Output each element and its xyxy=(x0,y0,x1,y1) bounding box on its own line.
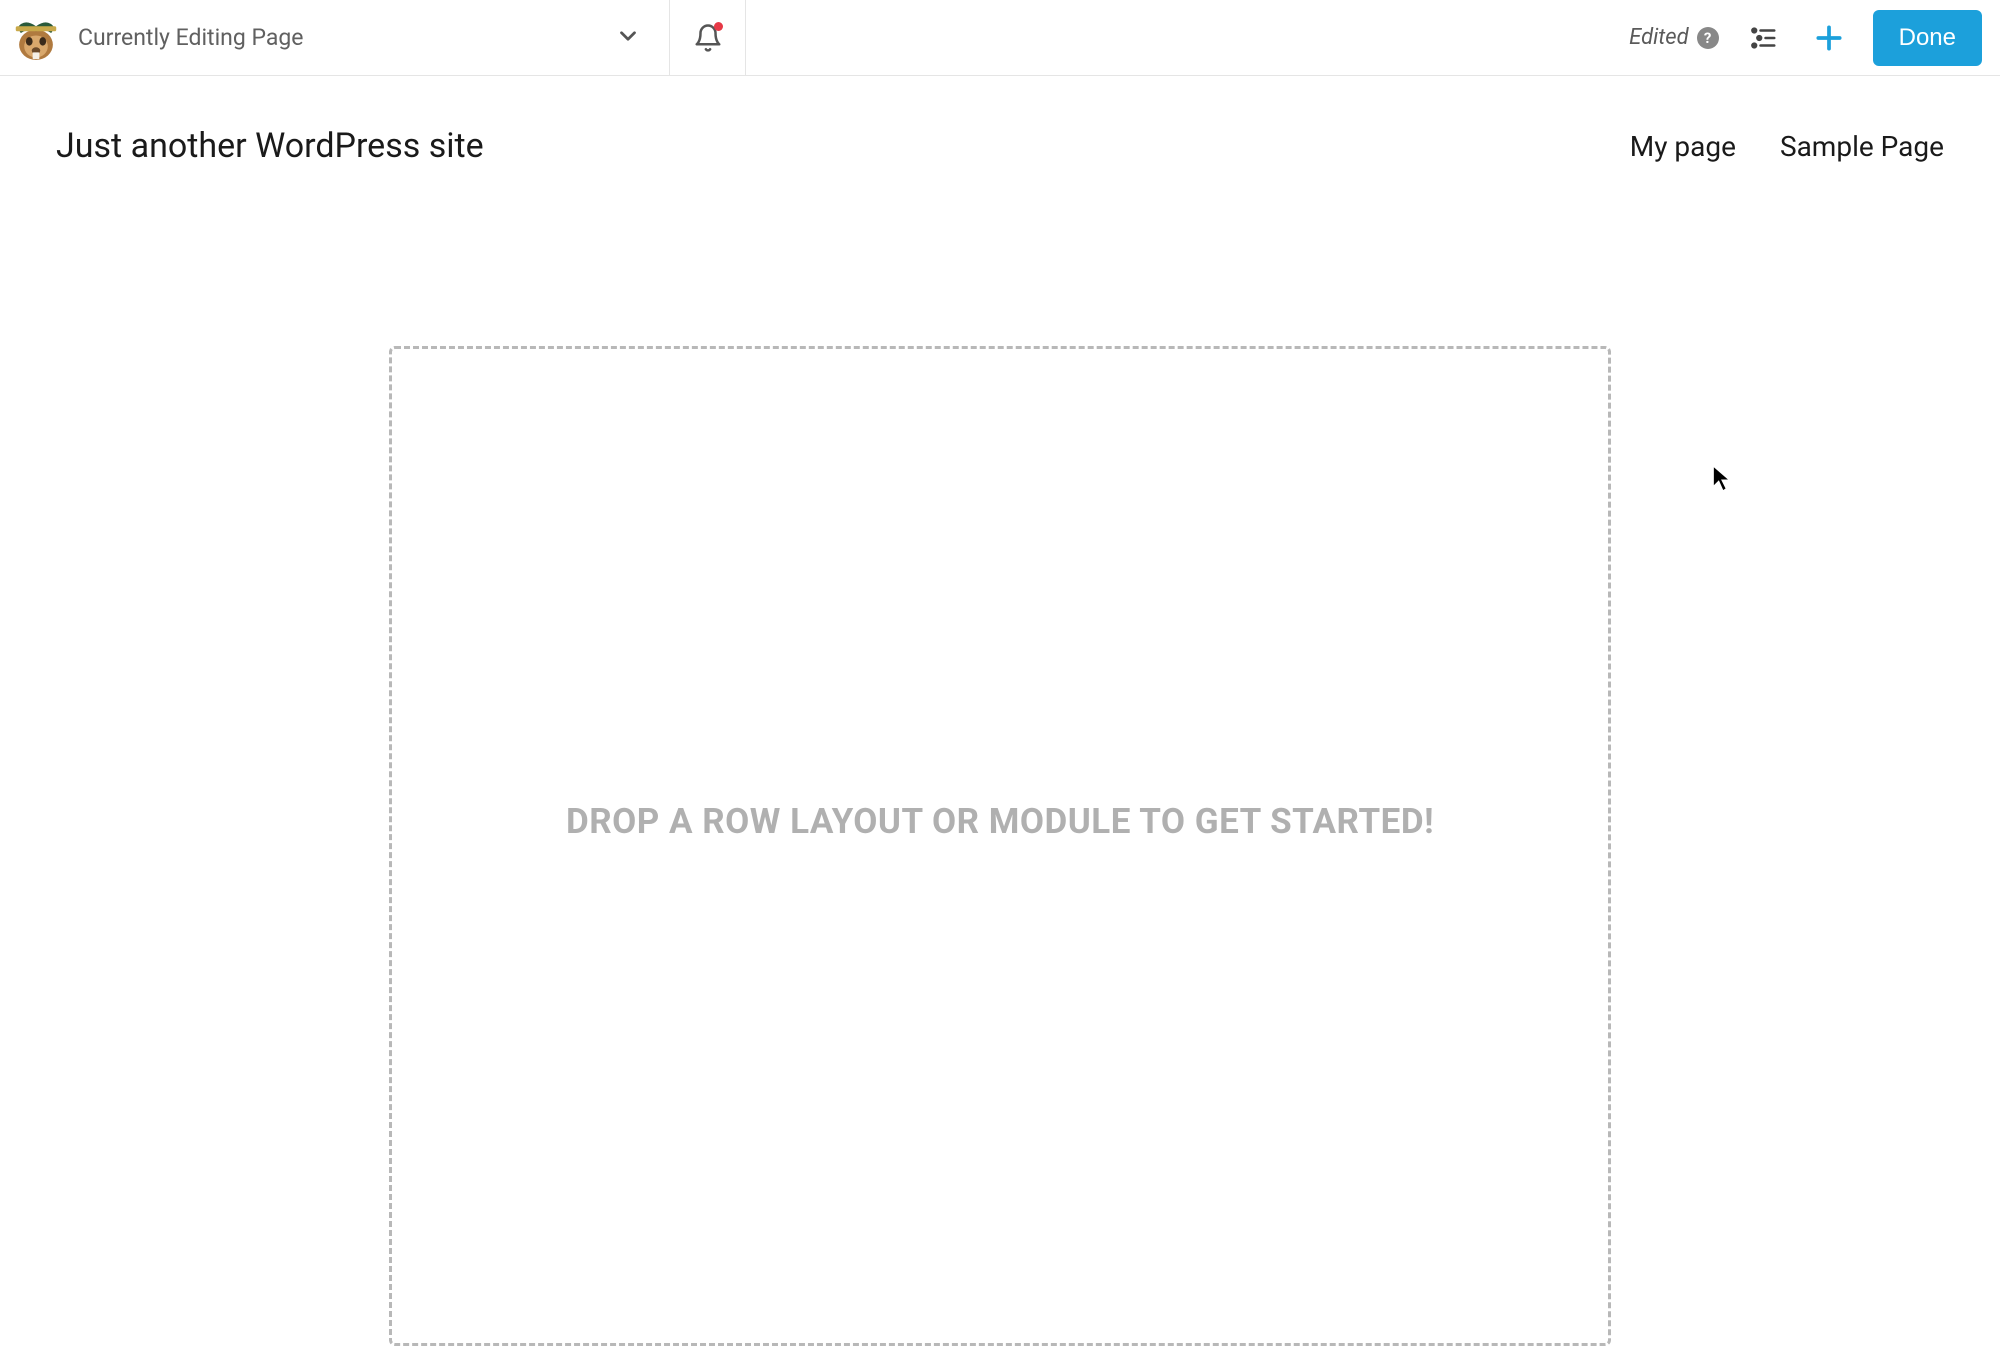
editing-page-label: Currently Editing Page xyxy=(78,24,304,51)
drop-zone[interactable]: DROP A ROW LAYOUT OR MODULE TO GET START… xyxy=(389,346,1611,1346)
nav-link-my-page[interactable]: My page xyxy=(1630,130,1736,163)
site-header: Just another WordPress site My page Samp… xyxy=(0,76,2000,206)
notifications-button[interactable] xyxy=(670,0,746,75)
page-selector[interactable]: Currently Editing Page xyxy=(0,0,670,75)
add-button[interactable] xyxy=(1807,16,1851,60)
site-nav: My page Sample Page xyxy=(1630,130,1944,163)
top-toolbar: Currently Editing Page Edited ? xyxy=(0,0,2000,76)
beaver-logo-icon[interactable] xyxy=(6,8,66,68)
outline-icon xyxy=(1748,23,1778,53)
done-button[interactable]: Done xyxy=(1873,10,1982,66)
canvas-area: DROP A ROW LAYOUT OR MODULE TO GET START… xyxy=(0,206,2000,1346)
chevron-down-icon[interactable] xyxy=(615,23,641,53)
notification-dot-icon xyxy=(714,22,723,31)
nav-link-sample-page[interactable]: Sample Page xyxy=(1780,130,1944,163)
site-title[interactable]: Just another WordPress site xyxy=(56,126,484,166)
toolbar-left: Currently Editing Page xyxy=(0,0,304,75)
help-icon[interactable]: ? xyxy=(1697,27,1719,49)
toolbar-right: Edited ? Done xyxy=(1629,10,1992,66)
drop-hint-text: DROP A ROW LAYOUT OR MODULE TO GET START… xyxy=(566,801,1434,842)
outline-button[interactable] xyxy=(1741,16,1785,60)
edited-text: Edited xyxy=(1629,25,1688,50)
plus-icon xyxy=(1813,22,1845,54)
edited-status: Edited ? xyxy=(1629,25,1718,50)
